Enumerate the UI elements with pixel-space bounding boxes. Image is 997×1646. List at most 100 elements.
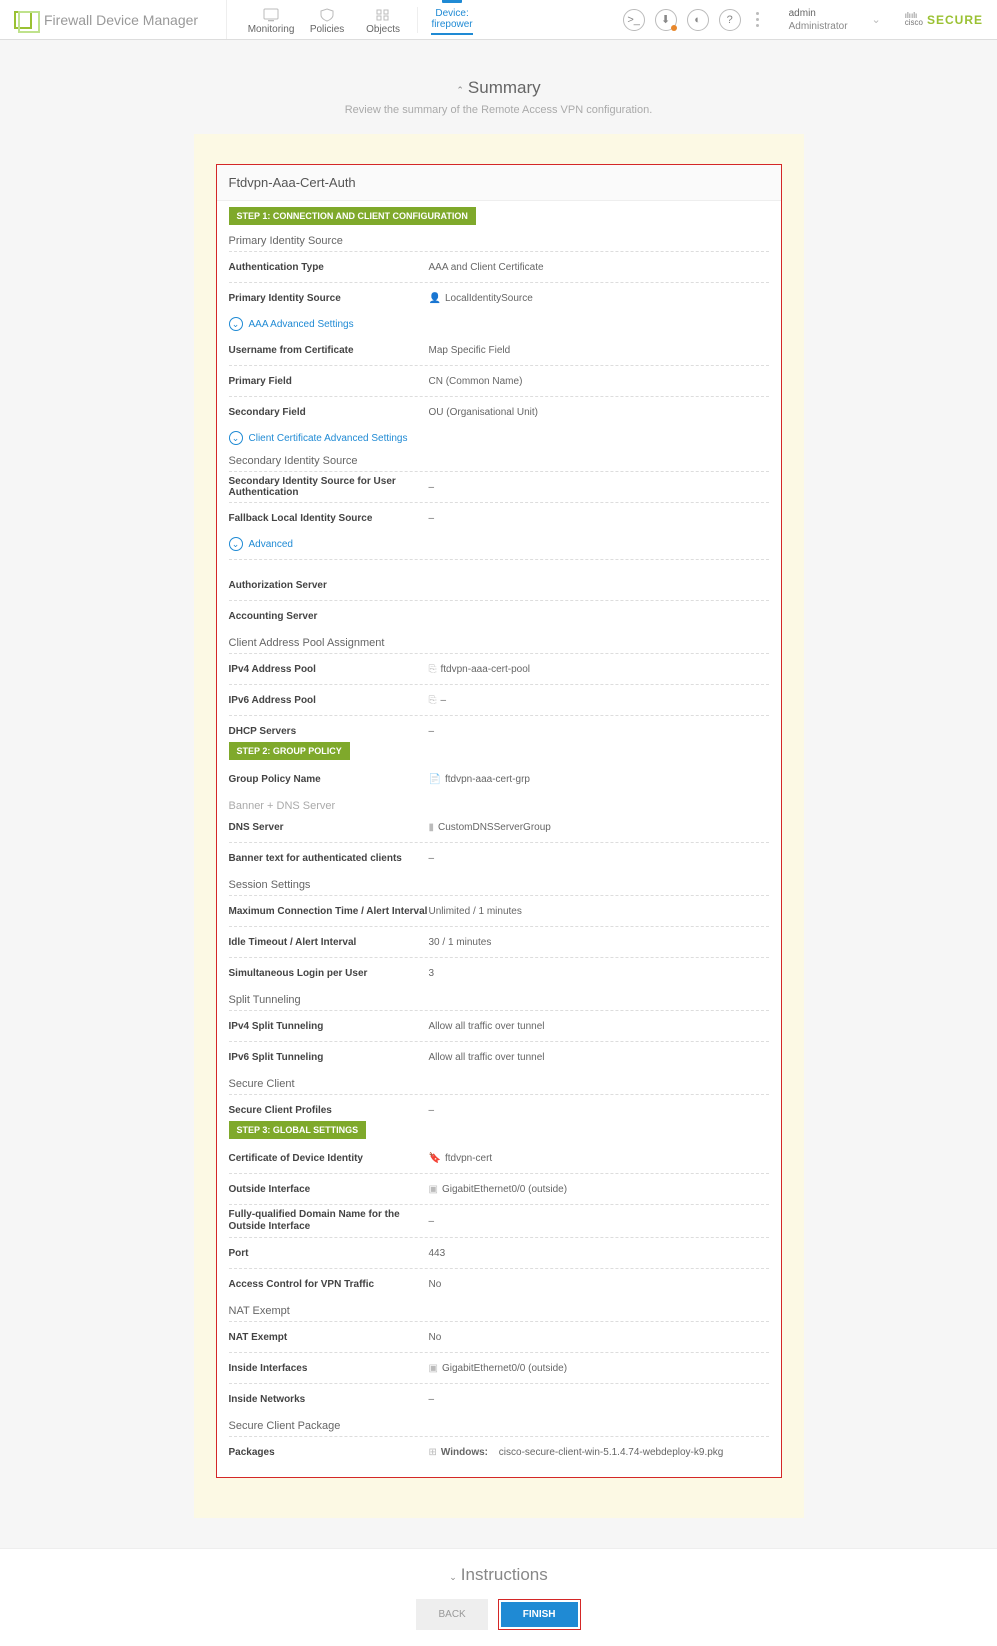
app-header: Firewall Device Manager Monitoring Polic…	[0, 0, 997, 40]
aaa-advanced-toggle[interactable]: ⌄AAA Advanced Settings	[229, 317, 769, 331]
section-split-tunneling: Split Tunneling	[229, 994, 769, 1006]
advanced-toggle[interactable]: ⌄Advanced	[229, 537, 769, 551]
auth-type-label: Authentication Type	[229, 262, 429, 273]
dns-server-label: DNS Server	[229, 822, 429, 833]
chevron-down-icon: ⌄	[229, 431, 243, 445]
back-button[interactable]: BACK	[416, 1599, 487, 1630]
finish-button[interactable]: FINISH	[501, 1602, 578, 1627]
ipv6-pool-label: IPv6 Address Pool	[229, 695, 429, 706]
policy-icon: 📄	[429, 774, 441, 785]
step2-badge: STEP 2: GROUP POLICY	[229, 742, 350, 760]
chevron-down-icon[interactable]: ⌄	[872, 13, 881, 26]
group-policy-name-label: Group Policy Name	[229, 774, 429, 785]
windows-icon: ⊞	[429, 1447, 437, 1458]
nav-objects[interactable]: Objects	[355, 8, 411, 39]
inside-interfaces-label: Inside Interfaces	[229, 1363, 429, 1374]
fqdn-value: –	[429, 1216, 435, 1227]
account-block[interactable]: admin Administrator	[789, 7, 848, 33]
section-secondary-identity: Secondary Identity Source	[229, 455, 769, 467]
chevron-down-icon: ⌄	[229, 537, 243, 551]
secure-text: SECURE	[927, 13, 983, 27]
outside-interface-label: Outside Interface	[229, 1184, 429, 1195]
section-client-address-pool: Client Address Pool Assignment	[229, 637, 769, 649]
deploy-icon[interactable]: ⬇	[655, 9, 677, 31]
more-icon[interactable]	[751, 12, 765, 27]
outside-interface-value: ▣GigabitEthernet0/0 (outside)	[429, 1184, 568, 1195]
inside-networks-label: Inside Networks	[229, 1394, 429, 1405]
instructions-title: ⌄Instructions	[449, 1565, 547, 1585]
secondary-field-label: Secondary Field	[229, 407, 429, 418]
section-secure-client-package: Secure Client Package	[229, 1420, 769, 1432]
panel-title: Ftdvpn-Aaa-Cert-Auth	[217, 165, 781, 201]
max-conn-time-value: Unlimited / 1 minutes	[429, 906, 522, 917]
inside-networks-value: –	[429, 1394, 435, 1405]
dns-server-value: ▮CustomDNSServerGroup	[429, 822, 551, 833]
simultaneous-login-label: Simultaneous Login per User	[229, 968, 429, 979]
section-session: Session Settings	[229, 879, 769, 891]
nav-policies[interactable]: Policies	[299, 8, 355, 39]
username-from-cert-label: Username from Certificate	[229, 345, 429, 356]
chevron-down-icon: ⌄	[229, 317, 243, 331]
ipv4-pool-label: IPv4 Address Pool	[229, 664, 429, 675]
pool-icon: ⎘	[429, 664, 437, 675]
server-icon: ▮	[429, 822, 435, 833]
section-banner-dns: Banner + DNS Server	[229, 800, 769, 812]
check-icon[interactable]: ◐	[687, 9, 709, 31]
nav-device-name: firepower	[431, 19, 472, 30]
cert-device-identity-label: Certificate of Device Identity	[229, 1153, 429, 1164]
authorization-server-label: Authorization Server	[229, 580, 429, 591]
primary-field-value: CN (Common Name)	[429, 376, 523, 387]
inside-interfaces-value: ▣GigabitEthernet0/0 (outside)	[429, 1363, 568, 1374]
dhcp-servers-label: DHCP Servers	[229, 726, 429, 737]
interface-icon: ▣	[429, 1363, 438, 1374]
fqdn-label: Fully-qualified Domain Name for the Outs…	[229, 1209, 429, 1233]
idle-timeout-value: 30 / 1 minutes	[429, 937, 492, 948]
step3-badge: STEP 3: GLOBAL SETTINGS	[229, 1121, 367, 1139]
nat-exempt-value: No	[429, 1332, 442, 1343]
cert-device-identity-value: 🔖ftdvpn-cert	[429, 1153, 493, 1164]
secure-client-profiles-value: –	[429, 1105, 435, 1116]
footer-buttons: BACK FINISH	[416, 1599, 580, 1630]
port-value: 443	[429, 1248, 446, 1259]
section-secure-client: Secure Client	[229, 1078, 769, 1090]
step1-badge: STEP 1: CONNECTION AND CLIENT CONFIGURAT…	[229, 207, 476, 225]
access-control-value: No	[429, 1279, 442, 1290]
ipv6-split-label: IPv6 Split Tunneling	[229, 1052, 429, 1063]
device-icon	[441, 0, 463, 6]
secure-client-profiles-label: Secure Client Profiles	[229, 1105, 429, 1116]
summary-panel: Ftdvpn-Aaa-Cert-Auth STEP 1: CONNECTION …	[216, 164, 782, 1478]
section-nat-exempt: NAT Exempt	[229, 1305, 769, 1317]
objects-icon	[374, 8, 392, 22]
max-conn-time-label: Maximum Connection Time / Alert Interval	[229, 906, 429, 917]
idle-timeout-label: Idle Timeout / Alert Interval	[229, 937, 429, 948]
help-icon[interactable]: ?	[719, 9, 741, 31]
client-cert-advanced-toggle[interactable]: ⌄Client Certificate Advanced Settings	[229, 431, 769, 445]
simultaneous-login-value: 3	[429, 968, 435, 979]
nav-divider	[417, 7, 418, 33]
page-body: ⌃Summary Review the summary of the Remot…	[0, 40, 997, 1646]
nav-label: Objects	[366, 24, 400, 35]
primary-identity-source-label: Primary Identity Source	[229, 293, 429, 304]
cli-icon[interactable]: >_	[623, 9, 645, 31]
secondary-identity-source-ua-value: –	[429, 482, 435, 493]
footer: ⌄Instructions BACK FINISH	[0, 1548, 997, 1646]
logo-icon	[14, 11, 32, 29]
group-policy-name-value: 📄ftdvpn-aaa-cert-grp	[429, 774, 531, 785]
identity-icon: 👤	[429, 293, 441, 304]
fallback-local-identity-value: –	[429, 513, 435, 524]
auth-type-value: AAA and Client Certificate	[429, 262, 544, 273]
app-title: Firewall Device Manager	[44, 12, 198, 28]
port-label: Port	[229, 1248, 429, 1259]
nav-monitoring[interactable]: Monitoring	[243, 8, 299, 39]
summary-container: Ftdvpn-Aaa-Cert-Auth STEP 1: CONNECTION …	[194, 134, 804, 1518]
account-role: Administrator	[789, 20, 848, 33]
cisco-logo: ılıılıcisco	[905, 13, 923, 26]
caret-down-icon[interactable]: ⌄	[449, 1572, 457, 1582]
ipv6-split-value: Allow all traffic over tunnel	[429, 1052, 545, 1063]
cert-icon: 🔖	[429, 1153, 441, 1164]
caret-up-icon[interactable]: ⌃	[456, 85, 464, 95]
nat-exempt-label: NAT Exempt	[229, 1332, 429, 1343]
nav-device[interactable]: Device:firepower	[424, 0, 480, 39]
interface-icon: ▣	[429, 1184, 438, 1195]
secondary-field-value: OU (Organisational Unit)	[429, 407, 538, 418]
